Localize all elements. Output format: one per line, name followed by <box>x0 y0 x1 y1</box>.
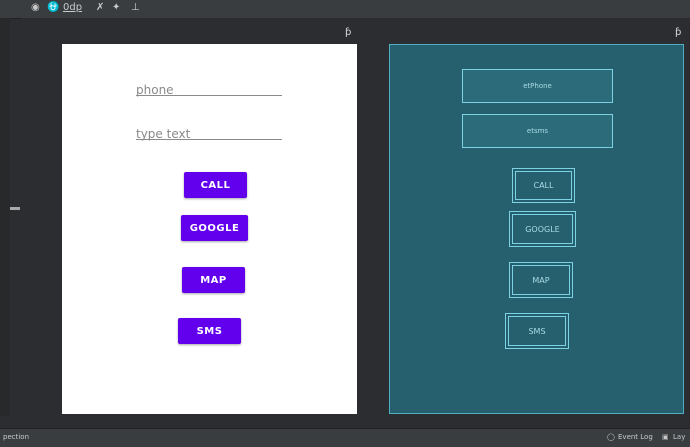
blueprint-sms-field[interactable]: etsms <box>462 114 613 148</box>
status-text: pection <box>3 433 30 441</box>
blueprint-map-button[interactable]: MAP <box>509 262 573 298</box>
margin-dropdown[interactable]: 0dp <box>63 2 82 14</box>
event-log-icon[interactable]: ◯ <box>607 433 615 441</box>
layout-inspector-link[interactable]: Lay <box>673 433 685 441</box>
pin-icon[interactable]: ƥ <box>345 27 351 38</box>
clear-constraints-icon[interactable]: ✗ <box>96 2 104 14</box>
event-log-link[interactable]: Event Log <box>618 433 653 441</box>
status-bar: pection ◯ Event Log ▣ Lay <box>0 428 690 447</box>
layout-inspector-icon[interactable]: ▣ <box>662 433 669 441</box>
blueprint-phone-field[interactable]: etPhone <box>462 69 613 103</box>
pin-icon[interactable]: ƥ <box>675 27 681 38</box>
google-button[interactable]: GOOGLE <box>181 215 248 241</box>
map-button[interactable]: MAP <box>182 267 245 293</box>
text-input[interactable] <box>136 127 282 141</box>
blueprint-call-button[interactable]: CALL <box>512 168 575 203</box>
call-button[interactable]: CALL <box>184 172 247 198</box>
sms-button[interactable]: SMS <box>178 318 241 344</box>
eye-icon[interactable]: ◉ <box>31 2 40 14</box>
guidelines-icon[interactable]: ⊥ <box>131 2 140 14</box>
magnet-icon[interactable]: ⛎ <box>47 2 59 14</box>
layout-toolbar: ◉ ⛎ 0dp ✗ ✦ ⊥ <box>0 0 690 19</box>
phone-field[interactable] <box>136 79 282 97</box>
infer-constraints-icon[interactable]: ✦ <box>112 2 120 14</box>
text-field[interactable] <box>136 123 282 141</box>
phone-input[interactable] <box>136 83 282 97</box>
blueprint-sms-button[interactable]: SMS <box>505 313 569 349</box>
collapse-panel-handle[interactable] <box>10 207 20 210</box>
left-panel-strip <box>0 18 10 416</box>
blueprint-google-button[interactable]: GOOGLE <box>509 211 576 247</box>
